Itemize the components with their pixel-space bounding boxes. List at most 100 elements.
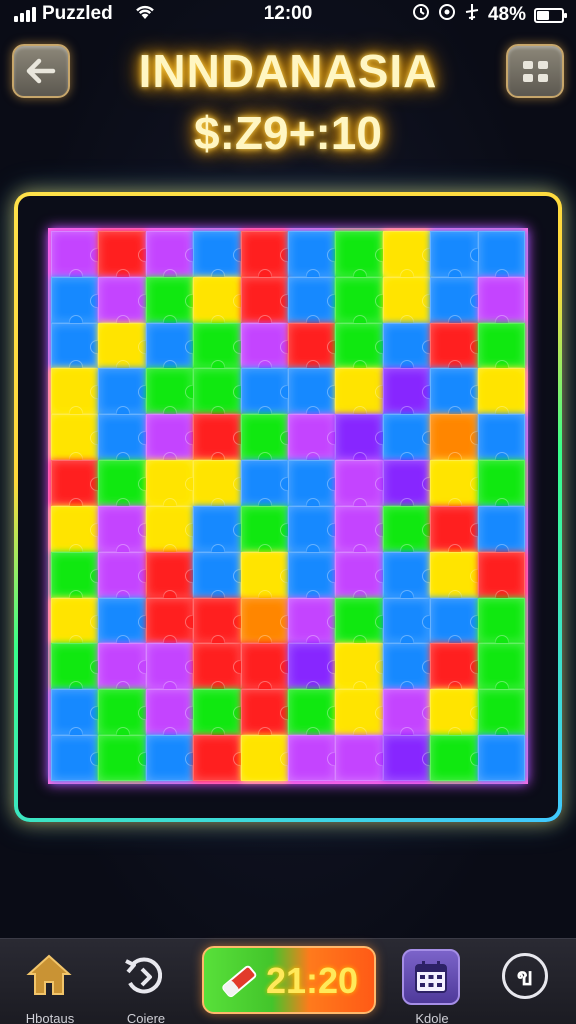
nav-settings[interactable]: ข [480,939,576,1024]
puzzle-piece[interactable] [430,231,485,283]
puzzle-piece[interactable] [51,231,105,283]
puzzle-piece[interactable] [335,414,390,466]
puzzle-piece[interactable] [51,414,105,466]
puzzle-piece[interactable] [288,414,342,466]
puzzle-piece[interactable] [145,551,200,604]
puzzle-piece[interactable] [240,322,295,375]
puzzle-piece[interactable] [51,597,105,650]
puzzle-piece[interactable] [240,689,295,741]
puzzle-piece[interactable] [240,735,295,781]
puzzle-piece[interactable] [98,505,153,558]
puzzle-piece[interactable] [335,505,390,558]
puzzle-piece[interactable] [240,460,295,512]
puzzle-piece[interactable] [430,597,485,650]
puzzle-piece[interactable] [240,551,295,604]
puzzle-piece[interactable] [430,276,485,329]
puzzle-piece[interactable] [145,276,200,329]
puzzle-piece[interactable] [145,505,200,558]
puzzle-piece[interactable] [382,368,437,421]
puzzle-piece[interactable] [288,368,342,421]
puzzle-piece[interactable] [382,231,437,283]
puzzle-piece[interactable] [51,643,105,696]
puzzle-piece[interactable] [193,735,248,781]
nav-calendar[interactable]: Kdole [382,939,482,1024]
puzzle-piece[interactable] [193,643,248,696]
puzzle-piece[interactable] [288,689,342,741]
puzzle-piece[interactable] [240,276,295,329]
puzzle-piece[interactable] [382,414,437,466]
puzzle-piece[interactable] [98,735,153,781]
puzzle-piece[interactable] [430,414,485,466]
puzzle-piece[interactable] [335,276,390,329]
puzzle-piece[interactable] [477,322,525,375]
puzzle-piece[interactable] [288,460,342,512]
puzzle-piece[interactable] [430,551,485,604]
puzzle-piece[interactable] [51,505,105,558]
puzzle-piece[interactable] [382,276,437,329]
puzzle-piece[interactable] [98,551,153,604]
puzzle-piece[interactable] [335,231,390,283]
puzzle-piece[interactable] [382,551,437,604]
puzzle-piece[interactable] [98,460,153,512]
puzzle-piece[interactable] [98,414,153,466]
puzzle-piece[interactable] [193,597,248,650]
puzzle-piece[interactable] [477,735,525,781]
puzzle-piece[interactable] [193,322,248,375]
puzzle-piece[interactable] [430,368,485,421]
puzzle-piece[interactable] [240,231,295,283]
puzzle-piece[interactable] [193,551,248,604]
puzzle-piece[interactable] [477,368,525,421]
puzzle-piece[interactable] [335,368,390,421]
puzzle-piece[interactable] [430,460,485,512]
puzzle-piece[interactable] [335,597,390,650]
puzzle-piece[interactable] [430,735,485,781]
puzzle-piece[interactable] [288,231,342,283]
puzzle-piece[interactable] [98,689,153,741]
puzzle-piece[interactable] [477,460,525,512]
puzzle-piece[interactable] [193,414,248,466]
puzzle-piece[interactable] [335,551,390,604]
puzzle-piece[interactable] [98,597,153,650]
puzzle-piece[interactable] [98,276,153,329]
puzzle-piece[interactable] [51,460,105,512]
puzzle-piece[interactable] [193,276,248,329]
puzzle-piece[interactable] [51,735,105,781]
puzzle-piece[interactable] [288,322,342,375]
puzzle-piece[interactable] [51,276,105,329]
puzzle-piece[interactable] [477,689,525,741]
puzzle-piece[interactable] [288,735,342,781]
puzzle-piece[interactable] [51,322,105,375]
puzzle-piece[interactable] [477,231,525,283]
puzzle-piece[interactable] [430,322,485,375]
puzzle-piece[interactable] [477,414,525,466]
puzzle-piece[interactable] [145,597,200,650]
puzzle-piece[interactable] [98,368,153,421]
puzzle-piece[interactable] [240,505,295,558]
puzzle-piece[interactable] [477,505,525,558]
puzzle-piece[interactable] [382,689,437,741]
puzzle-piece[interactable] [477,551,525,604]
puzzle-piece[interactable] [193,460,248,512]
puzzle-piece[interactable] [98,231,153,283]
puzzle-piece[interactable] [240,414,295,466]
puzzle-piece[interactable] [51,689,105,741]
puzzle-piece[interactable] [145,231,200,283]
puzzle-piece[interactable] [288,551,342,604]
puzzle-piece[interactable] [193,689,248,741]
puzzle-piece[interactable] [335,689,390,741]
puzzle-piece[interactable] [288,505,342,558]
puzzle-piece[interactable] [430,505,485,558]
menu-button[interactable] [506,44,564,98]
puzzle-piece[interactable] [193,368,248,421]
nav-home[interactable]: Hbotaus [0,939,100,1024]
puzzle-piece[interactable] [145,322,200,375]
puzzle-piece[interactable] [193,505,248,558]
puzzle-piece[interactable] [193,231,248,283]
puzzle-piece[interactable] [335,460,390,512]
puzzle-piece[interactable] [382,597,437,650]
puzzle-piece[interactable] [51,551,105,604]
puzzle-piece[interactable] [145,643,200,696]
puzzle-piece[interactable] [98,643,153,696]
puzzle-piece[interactable] [240,368,295,421]
puzzle-piece[interactable] [477,643,525,696]
